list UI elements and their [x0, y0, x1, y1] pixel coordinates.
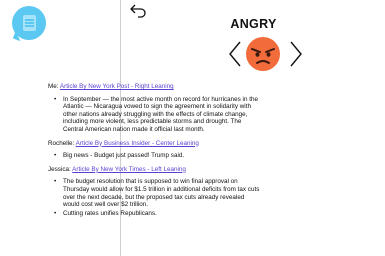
- quote-bullet: The budget resolution that is supposed t…: [54, 178, 260, 208]
- source-block: Jessica: Article By New York Times - Lef…: [48, 166, 260, 218]
- speaker-name: Jessica:: [48, 165, 71, 173]
- article-link[interactable]: Article By New York Post - Right Leaning: [60, 83, 174, 90]
- quote-bullet: Big news - Budget just passed! Trump sai…: [54, 152, 260, 160]
- back-arrow-icon[interactable]: [129, 4, 147, 18]
- source-line: Me: Article By New York Post - Right Lea…: [48, 83, 260, 91]
- source-block: Rochelle: Article By Business Insider - …: [48, 140, 260, 160]
- speaker-name: Rochelle:: [48, 139, 75, 147]
- quote-bullet: Cutting rates unifies Republicans.: [54, 210, 260, 218]
- article-comparison-list: Me: Article By New York Post - Right Lea…: [48, 83, 260, 223]
- quote-list: In September — the most active month on …: [54, 96, 260, 134]
- quote-list: Big news - Budget just passed! Trump sai…: [54, 152, 260, 160]
- source-line: Rochelle: Article By Business Insider - …: [48, 140, 260, 148]
- article-link[interactable]: Article By New York Times - Left Leaning: [72, 166, 186, 173]
- quote-bullet: In September — the most active month on …: [54, 96, 260, 134]
- chat-bubble-icon[interactable]: [12, 6, 46, 42]
- speaker-name: Me:: [48, 83, 59, 90]
- article-link[interactable]: Article By Business Insider - Center Lea…: [76, 140, 199, 147]
- source-line: Jessica: Article By New York Times - Lef…: [48, 166, 260, 174]
- angry-face-emoji-icon: [246, 37, 280, 71]
- quote-list: The budget resolution that is supposed t…: [54, 178, 260, 217]
- reaction-title: ANGRY: [230, 17, 277, 31]
- source-block: Me: Article By New York Post - Right Lea…: [48, 83, 260, 134]
- next-reaction-chevron-icon[interactable]: [288, 40, 304, 68]
- previous-reaction-chevron-icon[interactable]: [227, 40, 243, 68]
